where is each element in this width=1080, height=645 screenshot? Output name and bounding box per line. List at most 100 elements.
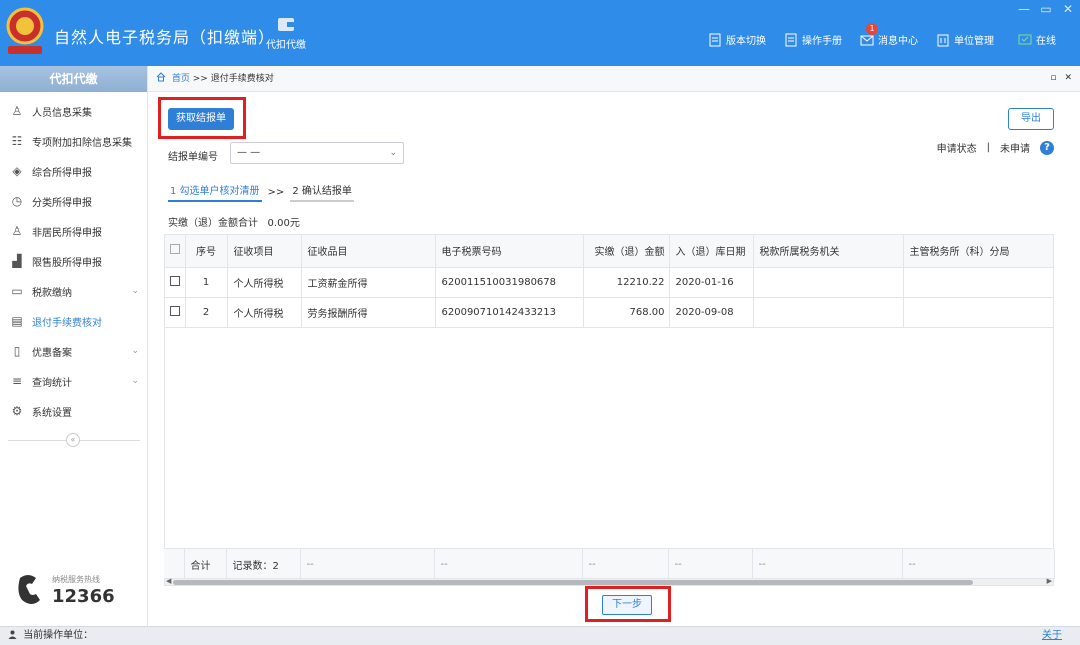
footer-placeholder: --	[582, 549, 669, 579]
sidebar-item-restricted-shares[interactable]: ▟ 限售股所得申报	[0, 246, 147, 276]
cell-authority	[753, 297, 904, 328]
chevron-down-icon: ⌄	[131, 286, 139, 296]
cell-category: 劳务报酬所得	[301, 297, 436, 328]
close-button[interactable]: ✕	[1062, 2, 1074, 16]
cell-date: 2020-01-16	[669, 267, 754, 298]
select-all-checkbox[interactable]	[169, 244, 180, 255]
close-panel-button[interactable]: ✕	[1064, 73, 1072, 83]
module-label: 代扣代缴	[266, 40, 306, 51]
footer-placeholder: --	[668, 549, 753, 579]
refund-check-table: 序号 征收项目 征收品目 电子税票号码 实缴（退）金额 入（退）库日期 税款所属…	[164, 234, 1054, 578]
chevron-down-icon: ⌄	[389, 148, 397, 158]
step-separator: >>	[267, 186, 285, 198]
sidebar: 代扣代缴 ♙ 人员信息采集 ☷ 专项附加扣除信息采集 ◈ 综合所得申报 ◷ 分类…	[0, 66, 148, 626]
search-list-icon: ≡	[11, 374, 23, 388]
status-bar: 当前操作单位： 关于	[0, 626, 1080, 645]
layers-icon: ◈	[12, 164, 22, 178]
step-indicator: 1 勾选单户核对清册 >> 2 确认结报单	[168, 182, 354, 202]
list-icon: ☷	[11, 134, 23, 148]
status-label: 申请状态	[936, 144, 977, 155]
cell-seq: 2	[185, 297, 228, 328]
breadcrumb-separator: >>	[192, 74, 208, 84]
sidebar-item-tax-payment[interactable]: ▭ 税款缴纳 ⌄	[0, 276, 147, 306]
report-no-label: 结报单编号	[168, 152, 218, 163]
current-unit-label: 当前操作单位：	[23, 630, 94, 641]
sidebar-divider: «	[8, 433, 140, 447]
mail-icon	[860, 35, 874, 45]
maximize-button[interactable]: ▭	[1040, 2, 1052, 16]
help-icon[interactable]: ?	[1040, 140, 1054, 155]
cell-amount: 768.00	[583, 297, 670, 328]
table-row[interactable]: 1 个人所得税 工资薪金所得 620011510031980678 12210.…	[165, 267, 1053, 298]
tax-emblem-logo	[6, 7, 44, 54]
chevron-down-icon: ⌄	[131, 376, 139, 386]
restore-panel-button[interactable]: ▫	[1050, 73, 1056, 83]
module-withholding-button[interactable]: 代扣代缴	[258, 16, 314, 62]
col-date: 入（退）库日期	[669, 235, 754, 268]
app-title: 自然人电子税务局（扣缴端）	[54, 28, 276, 47]
scrollbar-thumb[interactable]	[173, 580, 973, 585]
report-no-select[interactable]: — — ⌄	[230, 142, 404, 164]
col-amount: 实缴（退）金额	[583, 235, 670, 268]
online-status[interactable]: 在线	[1018, 32, 1056, 47]
table-row[interactable]: 2 个人所得税 劳务报酬所得 620090710142433213 768.00…	[165, 297, 1053, 328]
scroll-left-arrow-icon[interactable]: ◀	[166, 577, 171, 585]
message-count-badge: 1	[866, 22, 878, 35]
breadcrumb: 首页 >> 退付手续费核对	[148, 66, 1080, 92]
sidebar-item-query-stats[interactable]: ≡ 查询统计 ⌄	[0, 366, 147, 396]
sidebar-item-nonresident-income[interactable]: ♙ 非居民所得申报	[0, 216, 147, 246]
col-item: 征收项目	[227, 235, 302, 268]
col-bureau: 主管税务所（科）分局	[903, 235, 1053, 268]
sidebar-item-classified-income[interactable]: ◷ 分类所得申报	[0, 186, 147, 216]
get-report-button[interactable]: 获取结报单	[168, 108, 234, 130]
bar-chart-icon: ▟	[12, 254, 22, 268]
cell-item: 个人所得税	[227, 297, 302, 328]
sidebar-item-refund-fee-check[interactable]: ▤ 退付手续费核对	[0, 306, 147, 336]
unit-manage-button[interactable]: 单位管理	[936, 32, 994, 47]
step-1-tab[interactable]: 1 勾选单户核对清册	[168, 182, 262, 202]
breadcrumb-home-link[interactable]: 首页	[172, 74, 190, 84]
row-checkbox-cell[interactable]	[165, 297, 186, 328]
sidebar-item-system-settings[interactable]: ⚙ 系统设置	[0, 396, 147, 426]
table-header-row: 序号 征收项目 征收品目 电子税票号码 实缴（退）金额 入（退）库日期 税款所属…	[165, 235, 1053, 268]
cell-category: 工资薪金所得	[301, 267, 436, 298]
horizontal-scrollbar[interactable]: ◀ ▶	[164, 577, 1054, 586]
row-checkbox[interactable]	[169, 275, 180, 286]
footer-placeholder: --	[902, 549, 1055, 579]
version-switch-button[interactable]: 版本切换	[708, 32, 766, 47]
collapse-sidebar-button[interactable]: «	[66, 433, 80, 447]
minimize-button[interactable]: —	[1018, 2, 1030, 16]
scroll-right-arrow-icon[interactable]: ▶	[1047, 577, 1052, 585]
monitor-check-icon	[1018, 34, 1032, 44]
export-button[interactable]: 导出	[1008, 108, 1054, 130]
cell-ticket: 620011510031980678	[435, 267, 584, 298]
footer-blank	[164, 549, 185, 579]
sidebar-item-special-deduction[interactable]: ☷ 专项附加扣除信息采集	[0, 126, 147, 156]
next-step-button[interactable]: 下一步	[602, 595, 652, 615]
sidebar-item-person-info[interactable]: ♙ 人员信息采集	[0, 96, 147, 126]
message-center-button[interactable]: 1 消息中心	[860, 22, 918, 47]
cell-amount: 12210.22	[583, 267, 670, 298]
cell-ticket: 620090710142433213	[435, 297, 584, 328]
hotline-label: 纳税服务热线	[52, 575, 100, 584]
sidebar-item-preferential-filing[interactable]: ▯ 优惠备案 ⌄	[0, 336, 147, 366]
person-outline-icon: ♙	[11, 224, 23, 238]
sidebar-item-comprehensive-income[interactable]: ◈ 综合所得申报	[0, 156, 147, 186]
chevron-down-icon: ⌄	[131, 346, 139, 356]
cell-date: 2020-09-08	[669, 297, 754, 328]
summary-label: 实缴（退）金额合计	[168, 218, 258, 229]
col-seq: 序号	[185, 235, 228, 268]
footer-placeholder: --	[434, 549, 583, 579]
row-checkbox[interactable]	[169, 305, 180, 316]
sidebar-header: 代扣代缴	[0, 66, 147, 92]
manual-button[interactable]: 操作手册	[784, 32, 842, 47]
row-checkbox-cell[interactable]	[165, 267, 186, 298]
summary-value: 0.00元	[267, 218, 300, 229]
select-all-checkbox-cell[interactable]	[165, 235, 186, 268]
about-link[interactable]: 关于	[1042, 627, 1062, 645]
panel-controls: ▫ ✕	[1050, 73, 1072, 83]
status-separator: |	[986, 142, 990, 153]
step-2-tab[interactable]: 2 确认结报单	[290, 182, 354, 202]
status-value: 未申请	[1000, 144, 1030, 155]
cell-bureau	[903, 267, 1053, 298]
